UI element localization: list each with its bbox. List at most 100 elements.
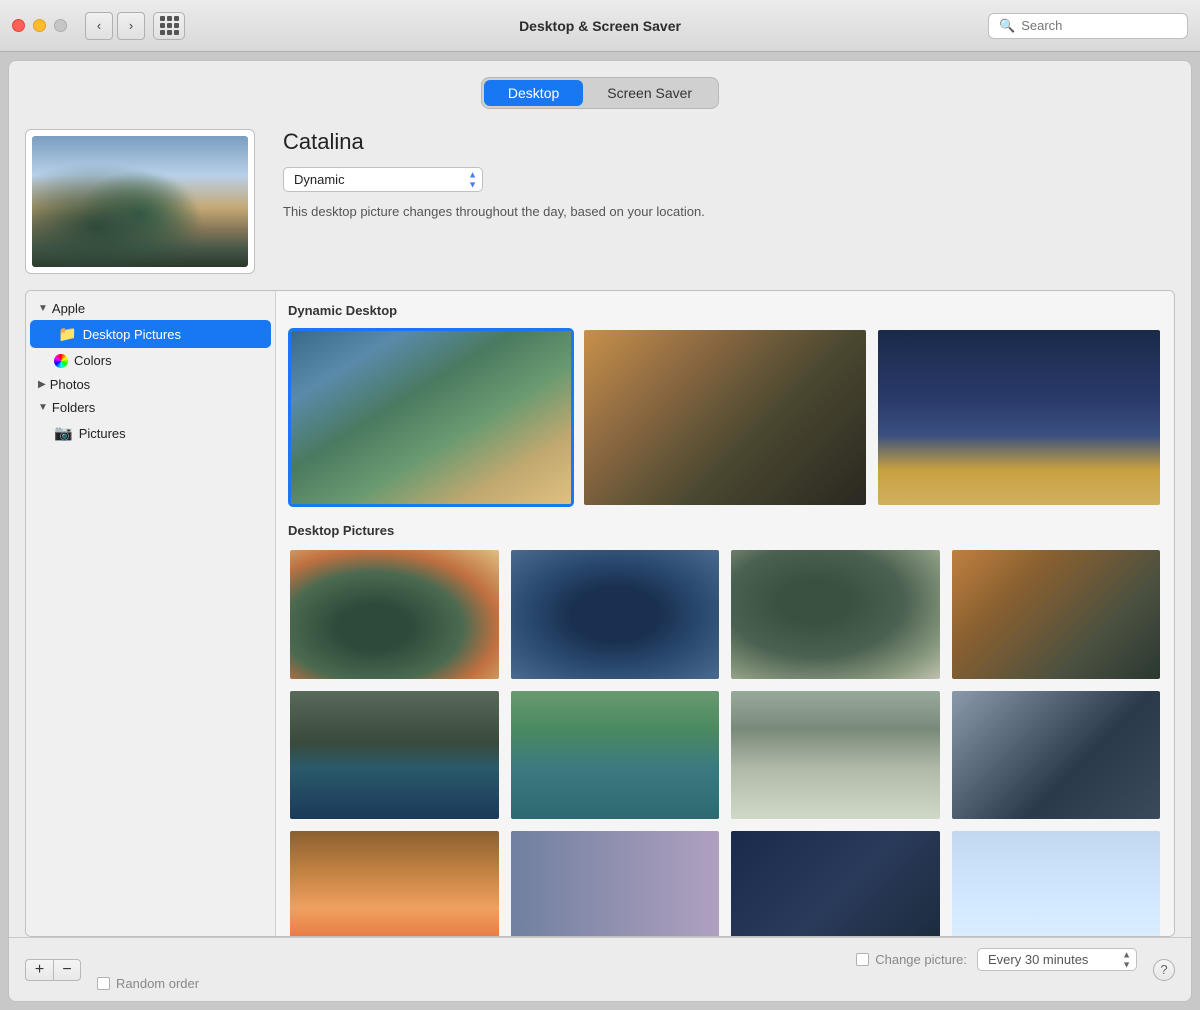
change-picture-label[interactable]: Change picture: <box>856 952 967 967</box>
change-picture-checkbox[interactable] <box>856 953 869 966</box>
window-title: Desktop & Screen Saver <box>519 18 681 34</box>
main-window: Desktop Screen Saver Catalina Dynamic Li… <box>8 60 1192 1002</box>
wallpaper-thumb-5[interactable] <box>288 689 501 822</box>
wallpaper-thumb-12[interactable] <box>950 829 1163 936</box>
wallpaper-image-catalina-day <box>291 331 571 504</box>
wallpaper-thumb-catalina-dynamic[interactable] <box>288 328 574 507</box>
sidebar: ▼ Apple 📁 Desktop Pictures Colors ▶ Phot… <box>26 291 276 936</box>
wallpaper-thumb-10[interactable] <box>509 829 722 936</box>
triangle-down-icon: ▼ <box>38 303 48 314</box>
triangle-down-icon-2: ▼ <box>38 402 48 413</box>
dropdown-row: Dynamic Light (Still) Dark (Still) ▲ ▼ <box>283 167 1175 192</box>
minimize-button[interactable] <box>33 19 46 32</box>
dropdown-wrapper[interactable]: Dynamic Light (Still) Dark (Still) ▲ ▼ <box>283 167 483 192</box>
preview-description: This desktop picture changes throughout … <box>283 204 1175 219</box>
preview-section: Catalina Dynamic Light (Still) Dark (Sti… <box>25 121 1175 290</box>
bottom-bar: + − Change picture: Every 30 minutes Eve… <box>9 937 1191 1001</box>
search-bar[interactable]: 🔍 <box>988 13 1188 39</box>
tab-screen-saver[interactable]: Screen Saver <box>583 80 716 106</box>
wallpaper-thumb-6[interactable] <box>509 689 722 822</box>
wallpaper-thumb-sky-dynamic[interactable] <box>876 328 1162 507</box>
wallpaper-thumb-3[interactable] <box>729 548 942 681</box>
wallpaper-image-5 <box>290 691 499 820</box>
wallpaper-area: Dynamic Desktop Desktop Pictures <box>276 291 1174 936</box>
tabs-row: Desktop Screen Saver <box>9 61 1191 121</box>
sidebar-section-photos[interactable]: ▶ Photos <box>26 373 275 396</box>
wallpaper-image-sky <box>878 330 1160 505</box>
random-order-text: Random order <box>116 976 199 991</box>
interval-dropdown[interactable]: Every 30 minutes Every 5 minutes Every h… <box>977 948 1137 971</box>
wallpaper-thumb-11[interactable] <box>729 829 942 936</box>
add-remove-buttons: + − <box>25 959 81 981</box>
wallpaper-thumb-7[interactable] <box>729 689 942 822</box>
wallpaper-thumb-1[interactable] <box>288 548 501 681</box>
nav-buttons: ‹ › <box>85 12 145 40</box>
wallpaper-thumb-mojave-dynamic[interactable] <box>582 328 868 507</box>
preview-title: Catalina <box>283 129 1175 155</box>
sidebar-photos-label: Photos <box>50 377 90 392</box>
wallpaper-image-1 <box>290 550 499 679</box>
folder-icon: 📁 <box>58 325 77 343</box>
preview-image <box>32 136 248 267</box>
sidebar-item-desktop-pictures[interactable]: 📁 Desktop Pictures <box>30 320 271 348</box>
maximize-button[interactable] <box>54 19 67 32</box>
dynamic-desktop-title: Dynamic Desktop <box>288 303 1162 318</box>
sidebar-item-pictures[interactable]: 📷 Pictures <box>26 419 275 447</box>
sidebar-section-folders[interactable]: ▼ Folders <box>26 396 275 419</box>
grid-view-button[interactable] <box>153 12 185 40</box>
wallpaper-thumb-9[interactable] <box>288 829 501 936</box>
title-bar: ‹ › Desktop & Screen Saver 🔍 <box>0 0 1200 52</box>
wallpaper-image-6 <box>511 691 720 820</box>
content-area: Catalina Dynamic Light (Still) Dark (Sti… <box>9 121 1191 937</box>
wallpaper-image-8 <box>952 691 1161 820</box>
sidebar-section-apple[interactable]: ▼ Apple <box>26 297 275 320</box>
change-picture-text: Change picture: <box>875 952 967 967</box>
interval-dropdown-wrapper[interactable]: Every 30 minutes Every 5 minutes Every h… <box>977 948 1137 971</box>
sidebar-desktop-pictures-label: Desktop Pictures <box>83 327 181 342</box>
sidebar-folders-label: Folders <box>52 400 95 415</box>
change-picture-row: Change picture: Every 30 minutes Every 5… <box>856 948 1137 971</box>
wallpaper-thumb-2[interactable] <box>509 548 722 681</box>
pictures-folder-icon: 📷 <box>54 424 73 442</box>
traffic-lights <box>12 19 67 32</box>
preview-info: Catalina Dynamic Light (Still) Dark (Sti… <box>283 129 1175 219</box>
tab-desktop[interactable]: Desktop <box>484 80 583 106</box>
preview-image-container <box>25 129 255 274</box>
back-button[interactable]: ‹ <box>85 12 113 40</box>
sidebar-apple-label: Apple <box>52 301 85 316</box>
preview-image-inner <box>32 136 248 267</box>
help-button[interactable]: ? <box>1153 959 1175 981</box>
style-dropdown[interactable]: Dynamic Light (Still) Dark (Still) <box>283 167 483 192</box>
wallpaper-image-12 <box>952 831 1161 936</box>
forward-button[interactable]: › <box>117 12 145 40</box>
grid-icon <box>160 16 179 35</box>
bottom-split: ▼ Apple 📁 Desktop Pictures Colors ▶ Phot… <box>25 290 1175 937</box>
wallpaper-thumb-8[interactable] <box>950 689 1163 822</box>
dynamic-desktop-grid <box>288 328 1162 507</box>
wallpaper-image-9 <box>290 831 499 936</box>
wallpaper-image-mojave <box>584 330 866 505</box>
triangle-right-icon: ▶ <box>38 379 46 390</box>
search-icon: 🔍 <box>999 18 1015 34</box>
search-input[interactable] <box>1021 18 1177 33</box>
sidebar-item-colors[interactable]: Colors <box>26 348 275 373</box>
sidebar-colors-label: Colors <box>74 353 112 368</box>
wallpaper-image-11 <box>731 831 940 936</box>
wallpaper-image-2 <box>511 550 720 679</box>
sidebar-pictures-label: Pictures <box>79 426 126 441</box>
random-order-checkbox[interactable] <box>97 977 110 990</box>
wallpaper-image-7 <box>731 691 940 820</box>
bottom-options: Change picture: Every 30 minutes Every 5… <box>97 948 1137 991</box>
desktop-pictures-grid <box>288 548 1162 936</box>
tabs-container: Desktop Screen Saver <box>481 77 719 109</box>
wallpaper-image-4 <box>952 550 1161 679</box>
random-order-label[interactable]: Random order <box>97 976 1137 991</box>
wallpaper-image-10 <box>511 831 720 936</box>
colors-icon <box>54 354 68 368</box>
wallpaper-image-3 <box>731 550 940 679</box>
add-button[interactable]: + <box>25 959 53 981</box>
desktop-pictures-title: Desktop Pictures <box>288 523 1162 538</box>
wallpaper-thumb-4[interactable] <box>950 548 1163 681</box>
remove-button[interactable]: − <box>53 959 81 981</box>
close-button[interactable] <box>12 19 25 32</box>
